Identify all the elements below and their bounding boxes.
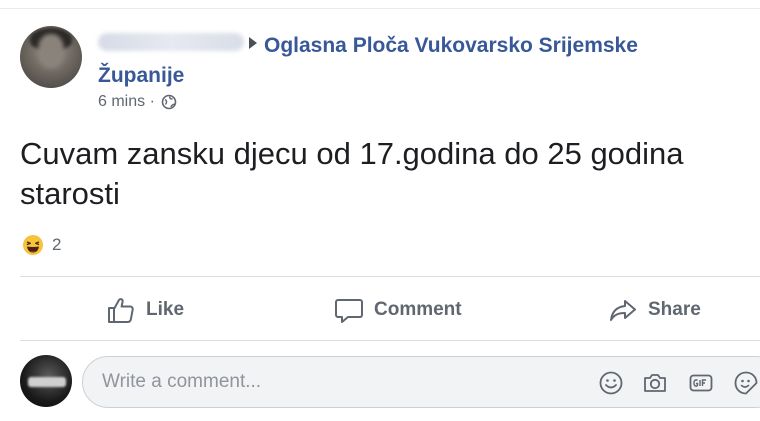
haha-icon — [23, 235, 43, 255]
post-body-text: Cuvam zansku djecu od 17.godina do 25 go… — [20, 136, 684, 211]
divider — [20, 340, 760, 341]
reactions-summary[interactable]: 2 — [22, 234, 61, 256]
share-button[interactable]: Share — [608, 293, 701, 327]
camera-icon[interactable] — [642, 370, 668, 396]
top-border — [0, 8, 760, 9]
post-meta: 6 mins · — [98, 93, 177, 111]
share-label: Share — [648, 299, 701, 320]
sticker-icon[interactable] — [733, 370, 759, 396]
comment-input-placeholder[interactable]: Write a comment... — [102, 371, 261, 393]
post-timestamp[interactable]: 6 mins · — [98, 93, 155, 111]
comment-button[interactable]: Comment — [334, 293, 462, 327]
thumbs-up-icon — [108, 298, 134, 323]
group-name-link[interactable]: Oglasna Ploča Vukovarsko Srijemske Župan… — [98, 31, 698, 91]
share-arrow-icon — [610, 300, 636, 321]
reaction-count: 2 — [52, 235, 62, 254]
comment-label: Comment — [374, 299, 462, 320]
author-avatar[interactable] — [20, 26, 82, 88]
comment-bubble-icon — [335, 299, 363, 323]
gif-icon[interactable] — [688, 370, 714, 396]
like-button[interactable]: Like — [106, 293, 184, 327]
facebook-post: Oglasna Ploča Vukovarsko Srijemske Župan… — [0, 0, 760, 421]
globe-icon[interactable] — [161, 94, 177, 110]
like-label: Like — [146, 299, 185, 320]
divider — [20, 276, 760, 277]
current-user-avatar[interactable] — [20, 355, 72, 407]
emoji-icon[interactable] — [598, 370, 624, 396]
